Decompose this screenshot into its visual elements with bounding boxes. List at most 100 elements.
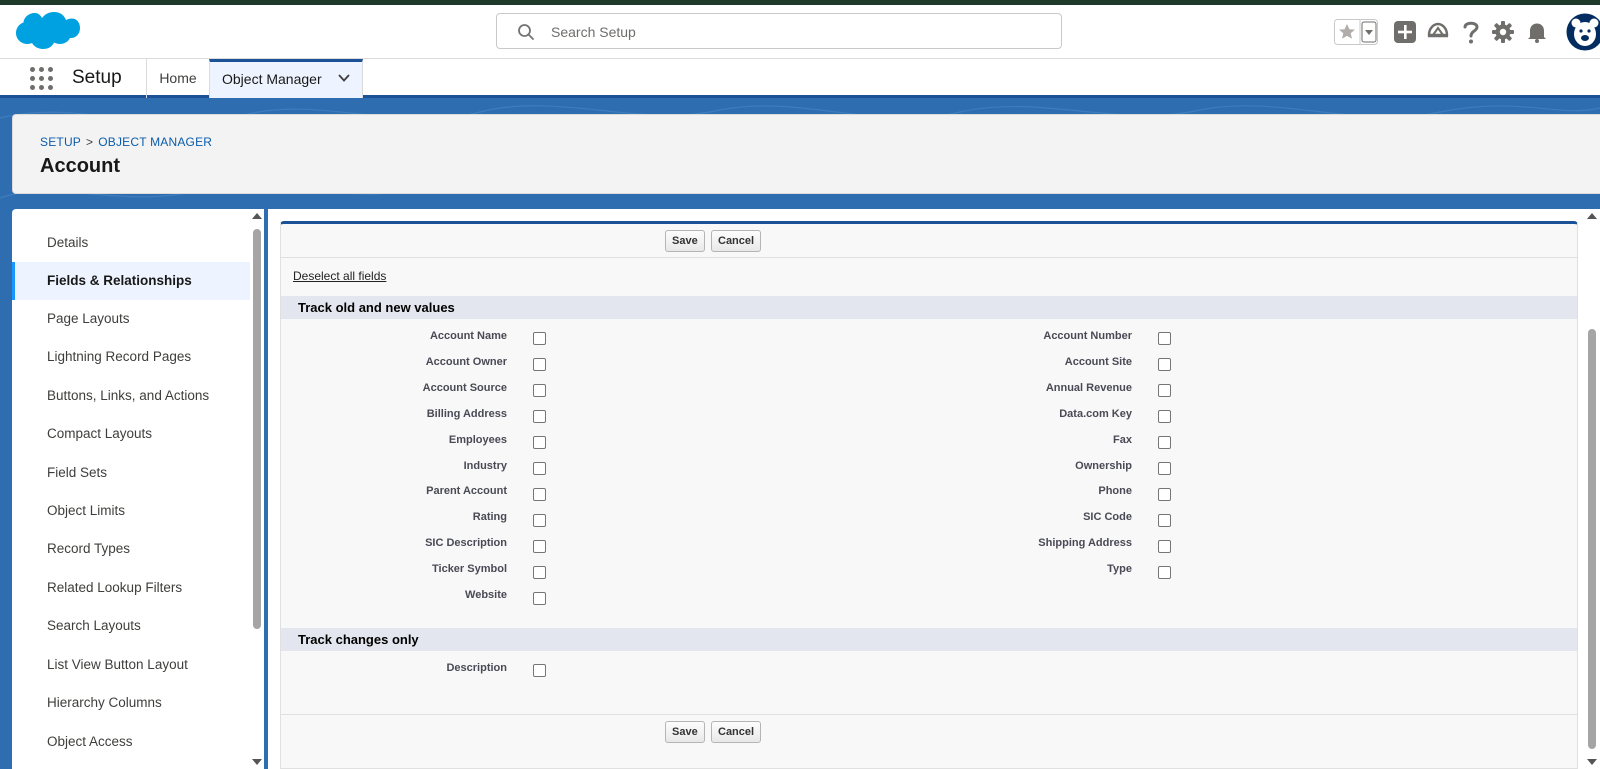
sidebar-item-record-types[interactable]: Record Types bbox=[12, 530, 250, 568]
field-checkbox[interactable] bbox=[1158, 410, 1171, 423]
field-checkbox[interactable] bbox=[533, 436, 546, 449]
page-header: SETUP > OBJECT MANAGER Account bbox=[12, 114, 1600, 194]
field-checkbox[interactable] bbox=[533, 410, 546, 423]
sidebar-item-list-view-button-layout[interactable]: List View Button Layout bbox=[12, 646, 250, 684]
sidebar-item-object-access[interactable]: Object Access bbox=[12, 723, 250, 761]
field-checkbox[interactable] bbox=[533, 566, 546, 579]
app-launcher-icon[interactable] bbox=[30, 67, 54, 91]
field-label: SIC Code bbox=[1083, 511, 1132, 523]
field-label: Parent Account bbox=[426, 485, 507, 497]
chevron-down-icon[interactable] bbox=[338, 74, 350, 82]
global-header bbox=[0, 5, 1600, 59]
search-box[interactable] bbox=[496, 13, 1062, 49]
field-checkbox[interactable] bbox=[533, 664, 546, 677]
favorites-star-icon[interactable] bbox=[1334, 19, 1378, 45]
sidebar-item-buttons-links-actions[interactable]: Buttons, Links, and Actions bbox=[12, 377, 250, 415]
field-label: Account Owner bbox=[425, 356, 507, 368]
field-label: Account Number bbox=[1043, 330, 1132, 342]
field-label: Ticker Symbol bbox=[432, 563, 507, 575]
field-label: Website bbox=[465, 589, 507, 601]
save-button-top[interactable]: Save bbox=[665, 230, 705, 252]
scroll-up-arrow-icon[interactable] bbox=[252, 213, 262, 219]
setup-gear-icon[interactable] bbox=[1491, 20, 1515, 44]
deselect-all-fields-link[interactable]: Deselect all fields bbox=[293, 269, 386, 283]
field-label: Type bbox=[1107, 563, 1132, 575]
field-label: Phone bbox=[1098, 485, 1132, 497]
field-checkbox[interactable] bbox=[533, 358, 546, 371]
sidebar-item-fields-relationships[interactable]: Fields & Relationships bbox=[12, 262, 250, 300]
field-label: Account Source bbox=[422, 382, 507, 394]
app-name: Setup bbox=[72, 67, 122, 88]
sidebar-item-object-limits[interactable]: Object Limits bbox=[12, 492, 250, 530]
context-navbar: Setup Home Object Manager bbox=[0, 59, 1600, 98]
top-button-row: Save Cancel bbox=[281, 224, 1577, 258]
field-label: Annual Revenue bbox=[1045, 382, 1132, 394]
scroll-up-arrow-icon[interactable] bbox=[1587, 213, 1597, 219]
tab-object-manager[interactable]: Object Manager bbox=[209, 59, 363, 98]
search-input[interactable] bbox=[551, 22, 1041, 42]
cancel-button-bottom[interactable]: Cancel bbox=[711, 721, 762, 743]
field-label: Industry bbox=[463, 460, 507, 472]
field-checkbox[interactable] bbox=[1158, 540, 1171, 553]
bottom-button-row: Save Cancel bbox=[281, 714, 1577, 748]
section-track-old-new-values: Track old and new values bbox=[281, 296, 1577, 319]
field-label: Data.com Key bbox=[1059, 408, 1132, 420]
main-scroll-thumb[interactable] bbox=[1588, 329, 1596, 749]
field-checkbox[interactable] bbox=[1158, 332, 1171, 345]
field-checkbox[interactable] bbox=[533, 488, 546, 501]
field-checkbox[interactable] bbox=[533, 384, 546, 397]
scroll-down-arrow-icon[interactable] bbox=[1587, 759, 1597, 765]
field-label: Billing Address bbox=[426, 408, 507, 420]
sidebar-scroll-thumb[interactable] bbox=[253, 229, 261, 629]
page-title: Account bbox=[40, 155, 120, 177]
save-button-bottom[interactable]: Save bbox=[665, 721, 705, 743]
tab-object-manager-label: Object Manager bbox=[222, 71, 322, 87]
field-label: Shipping Address bbox=[1038, 537, 1132, 549]
trailhead-icon[interactable] bbox=[1426, 21, 1450, 43]
field-checkbox[interactable] bbox=[533, 540, 546, 553]
field-checkbox[interactable] bbox=[1158, 358, 1171, 371]
notifications-bell-icon[interactable] bbox=[1526, 21, 1548, 43]
sidebar-item-page-layouts[interactable]: Page Layouts bbox=[12, 300, 250, 338]
sidebar-item-details[interactable]: Details bbox=[12, 224, 250, 262]
field-history-tracking-panel: Save Cancel Deselect all fields Track ol… bbox=[280, 221, 1578, 769]
main-scrollbar[interactable] bbox=[1584, 209, 1600, 769]
section-track-changes-only: Track changes only bbox=[281, 628, 1577, 651]
field-checkbox[interactable] bbox=[533, 514, 546, 527]
breadcrumb: SETUP > OBJECT MANAGER bbox=[40, 135, 212, 149]
breadcrumb-separator: > bbox=[86, 135, 94, 149]
field-label: Account Name bbox=[429, 330, 507, 342]
field-label: SIC Description bbox=[425, 537, 507, 549]
sidebar-item-related-lookup-filters[interactable]: Related Lookup Filters bbox=[12, 569, 250, 607]
sidebar-scrollbar[interactable] bbox=[250, 209, 264, 769]
breadcrumb-setup[interactable]: SETUP bbox=[40, 135, 81, 149]
field-checkbox[interactable] bbox=[533, 592, 546, 605]
search-icon bbox=[518, 24, 534, 40]
field-label: Description bbox=[446, 662, 507, 674]
salesforce-logo[interactable] bbox=[16, 11, 80, 55]
object-sidebar: Details Fields & Relationships Page Layo… bbox=[12, 209, 264, 769]
field-label: Ownership bbox=[1075, 460, 1132, 472]
field-checkbox[interactable] bbox=[1158, 384, 1171, 397]
sidebar-item-compact-layouts[interactable]: Compact Layouts bbox=[12, 415, 250, 453]
global-actions-plus-icon[interactable] bbox=[1394, 21, 1416, 43]
field-label: Fax bbox=[1113, 434, 1132, 446]
field-checkbox[interactable] bbox=[533, 332, 546, 345]
sidebar-item-field-sets[interactable]: Field Sets bbox=[12, 454, 250, 492]
sidebar-item-hierarchy-columns[interactable]: Hierarchy Columns bbox=[12, 684, 250, 722]
sidebar-item-search-layouts[interactable]: Search Layouts bbox=[12, 607, 250, 645]
field-checkbox[interactable] bbox=[1158, 566, 1171, 579]
user-avatar[interactable] bbox=[1566, 13, 1600, 51]
field-checkbox[interactable] bbox=[533, 462, 546, 475]
sidebar-item-lightning-record-pages[interactable]: Lightning Record Pages bbox=[12, 338, 250, 376]
scroll-down-arrow-icon[interactable] bbox=[252, 759, 262, 765]
field-checkbox[interactable] bbox=[1158, 436, 1171, 449]
field-checkbox[interactable] bbox=[1158, 462, 1171, 475]
tab-home[interactable]: Home bbox=[147, 59, 209, 98]
field-label: Account Site bbox=[1064, 356, 1132, 368]
breadcrumb-object-manager[interactable]: OBJECT MANAGER bbox=[98, 135, 212, 149]
field-checkbox[interactable] bbox=[1158, 514, 1171, 527]
field-checkbox[interactable] bbox=[1158, 488, 1171, 501]
cancel-button-top[interactable]: Cancel bbox=[711, 230, 762, 252]
help-icon[interactable] bbox=[1462, 19, 1480, 45]
